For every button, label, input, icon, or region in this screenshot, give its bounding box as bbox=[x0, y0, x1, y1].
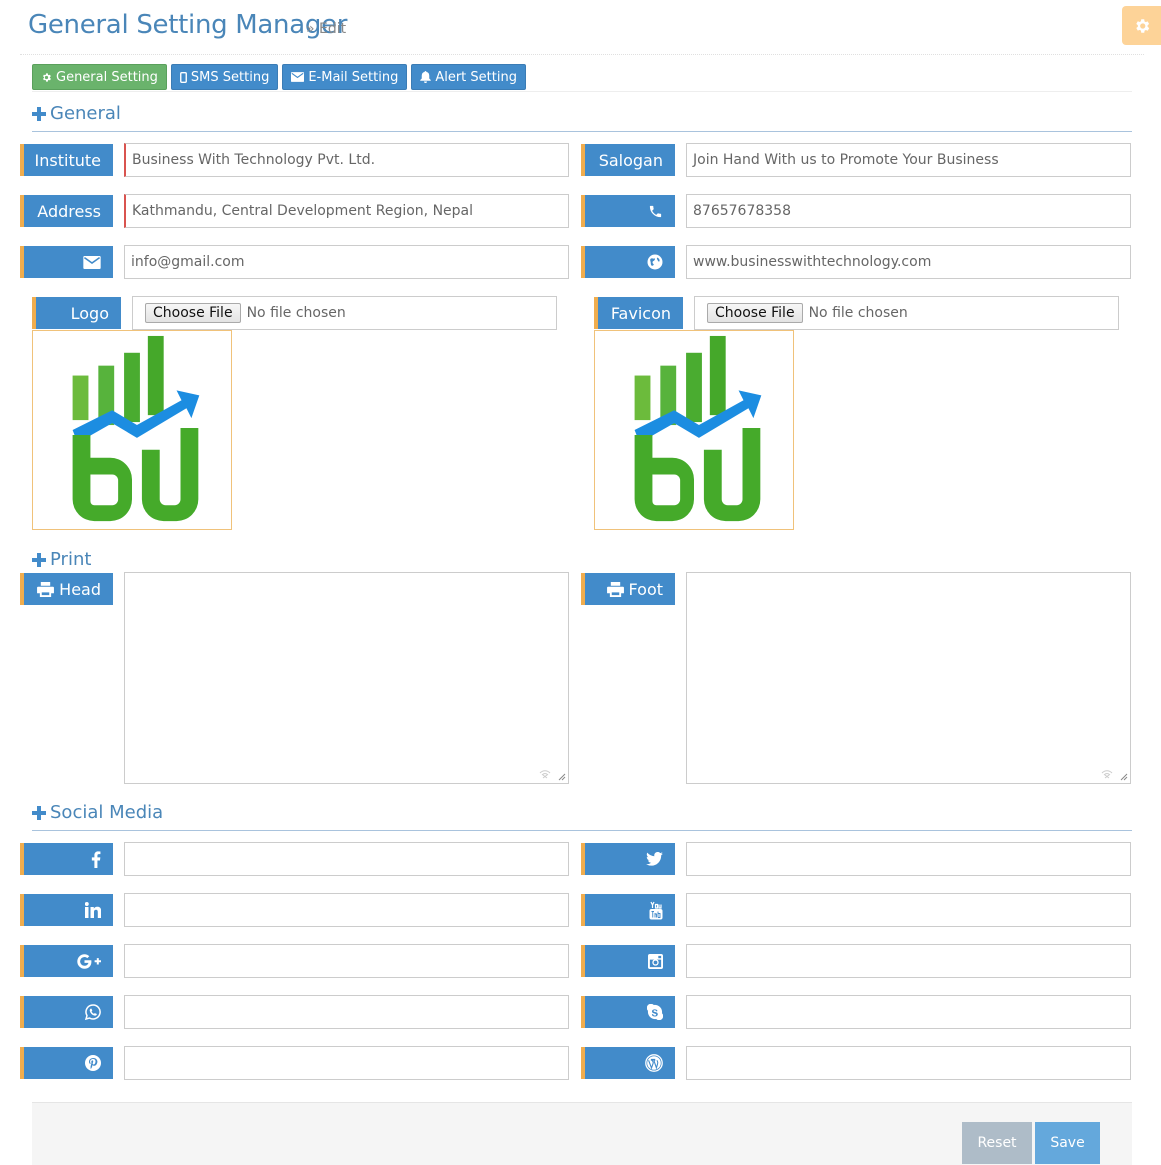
logo-label: Logo bbox=[32, 297, 121, 329]
reset-button[interactable]: Reset bbox=[962, 1122, 1032, 1164]
pinterest-input[interactable] bbox=[124, 1046, 569, 1080]
printer-icon bbox=[606, 581, 624, 597]
facebook-icon bbox=[91, 850, 101, 868]
phone-icon bbox=[649, 205, 662, 217]
printer-icon bbox=[37, 581, 55, 597]
slogan-input[interactable]: Join Hand With us to Promote Your Busine… bbox=[686, 143, 1131, 177]
section-general-heading[interactable]: General bbox=[32, 103, 121, 124]
linkedin-label bbox=[20, 894, 113, 926]
wordpress-label bbox=[581, 1047, 675, 1079]
tab-label: Alert Setting bbox=[435, 69, 517, 85]
facebook-label bbox=[20, 843, 113, 875]
settings-toggle-button[interactable] bbox=[1122, 6, 1161, 45]
print-head-label-text: Head bbox=[59, 579, 101, 599]
section-divider bbox=[32, 131, 1132, 132]
page-title: General Setting Manager bbox=[28, 10, 348, 40]
institute-input[interactable]: Business With Technology Pvt. Ltd. bbox=[124, 143, 569, 177]
brand-logo-image bbox=[72, 335, 200, 522]
tab-email-setting[interactable]: E-Mail Setting bbox=[282, 64, 408, 90]
print-foot-label: Foot bbox=[581, 573, 675, 605]
favicon-file-input[interactable]: Choose File No file chosen bbox=[694, 296, 1119, 330]
wordpress-input[interactable] bbox=[686, 1046, 1131, 1080]
youtube-label bbox=[581, 894, 675, 926]
google-plus-input[interactable] bbox=[124, 944, 569, 978]
section-title: Social Media bbox=[50, 802, 164, 823]
header-divider bbox=[20, 54, 1144, 55]
mobile-icon bbox=[179, 71, 187, 83]
brand-logo-image bbox=[634, 335, 762, 522]
address-label: Address bbox=[20, 195, 113, 227]
google-plus-icon bbox=[77, 953, 101, 969]
skype-input[interactable] bbox=[686, 995, 1131, 1029]
pinterest-label bbox=[20, 1047, 113, 1079]
whatsapp-icon bbox=[85, 1004, 101, 1020]
bell-icon bbox=[420, 71, 432, 83]
logo-choose-file-button[interactable]: Choose File bbox=[145, 303, 241, 323]
envelope-icon bbox=[83, 255, 101, 269]
email-input[interactable]: info@gmail.com bbox=[124, 245, 569, 279]
facebook-input[interactable] bbox=[124, 842, 569, 876]
phone-input[interactable]: 87657678358 bbox=[686, 194, 1131, 228]
favicon-label: Favicon bbox=[594, 297, 683, 329]
website-input[interactable]: www.businesswithtechnology.com bbox=[686, 245, 1131, 279]
youtube-input[interactable] bbox=[686, 893, 1131, 927]
gear-icon bbox=[1135, 18, 1149, 33]
tab-label: E-Mail Setting bbox=[308, 69, 399, 85]
section-divider bbox=[32, 830, 1132, 831]
tab-label: SMS Setting bbox=[190, 69, 270, 85]
pinterest-icon bbox=[85, 1055, 101, 1071]
globe-icon bbox=[647, 254, 663, 270]
page-subtitle: » Edit bbox=[306, 21, 347, 37]
logo-file-input[interactable]: Choose File No file chosen bbox=[132, 296, 557, 330]
gear-icon bbox=[43, 72, 51, 82]
instagram-input[interactable] bbox=[686, 944, 1131, 978]
email-label bbox=[20, 246, 113, 278]
wordpress-icon bbox=[645, 1054, 663, 1072]
print-foot-textarea[interactable] bbox=[686, 572, 1131, 784]
twitter-input[interactable] bbox=[686, 842, 1131, 876]
instagram-label bbox=[581, 945, 675, 977]
whatsapp-label bbox=[20, 996, 113, 1028]
section-title: Print bbox=[50, 549, 92, 570]
section-print-heading[interactable]: Print bbox=[32, 549, 91, 570]
print-foot-label-text: Foot bbox=[628, 579, 663, 599]
print-head-label: Head bbox=[20, 573, 113, 605]
favicon-file-status: No file chosen bbox=[808, 305, 908, 321]
plus-icon bbox=[32, 106, 46, 121]
tab-alert-setting[interactable]: Alert Setting bbox=[411, 64, 526, 90]
skype-label bbox=[581, 996, 675, 1028]
favicon-preview bbox=[594, 330, 794, 530]
section-title: General bbox=[50, 103, 121, 124]
plus-icon bbox=[32, 805, 46, 820]
logo-file-status: No file chosen bbox=[246, 305, 346, 321]
tab-label: General Setting bbox=[56, 69, 158, 85]
twitter-icon bbox=[646, 852, 663, 866]
plus-icon bbox=[32, 552, 46, 567]
favicon-choose-file-button[interactable]: Choose File bbox=[707, 303, 803, 323]
linkedin-icon bbox=[85, 902, 101, 918]
save-button[interactable]: Save bbox=[1035, 1122, 1100, 1164]
linkedin-input[interactable] bbox=[124, 893, 569, 927]
tab-general-setting[interactable]: General Setting bbox=[32, 64, 167, 90]
address-input[interactable]: Kathmandu, Central Development Region, N… bbox=[124, 194, 569, 228]
envelope-icon bbox=[291, 72, 305, 82]
skype-icon bbox=[647, 1004, 663, 1020]
website-label bbox=[581, 246, 675, 278]
settings-tabs: General Setting SMS Setting E-Mail Setti… bbox=[32, 64, 526, 90]
logo-preview bbox=[32, 330, 232, 530]
youtube-icon bbox=[649, 901, 663, 919]
whatsapp-input[interactable] bbox=[124, 995, 569, 1029]
phone-label bbox=[581, 195, 675, 227]
resize-grip-icon bbox=[539, 770, 566, 781]
twitter-label bbox=[581, 843, 675, 875]
tabs-divider bbox=[32, 91, 1132, 92]
instagram-icon bbox=[648, 953, 663, 969]
print-head-textarea[interactable] bbox=[124, 572, 569, 784]
tab-sms-setting[interactable]: SMS Setting bbox=[170, 64, 279, 90]
resize-grip-icon bbox=[1101, 770, 1128, 781]
institute-label: Institute bbox=[20, 144, 113, 176]
section-social-heading[interactable]: Social Media bbox=[32, 802, 163, 823]
google-plus-label bbox=[20, 945, 113, 977]
slogan-label: Salogan bbox=[581, 144, 675, 176]
